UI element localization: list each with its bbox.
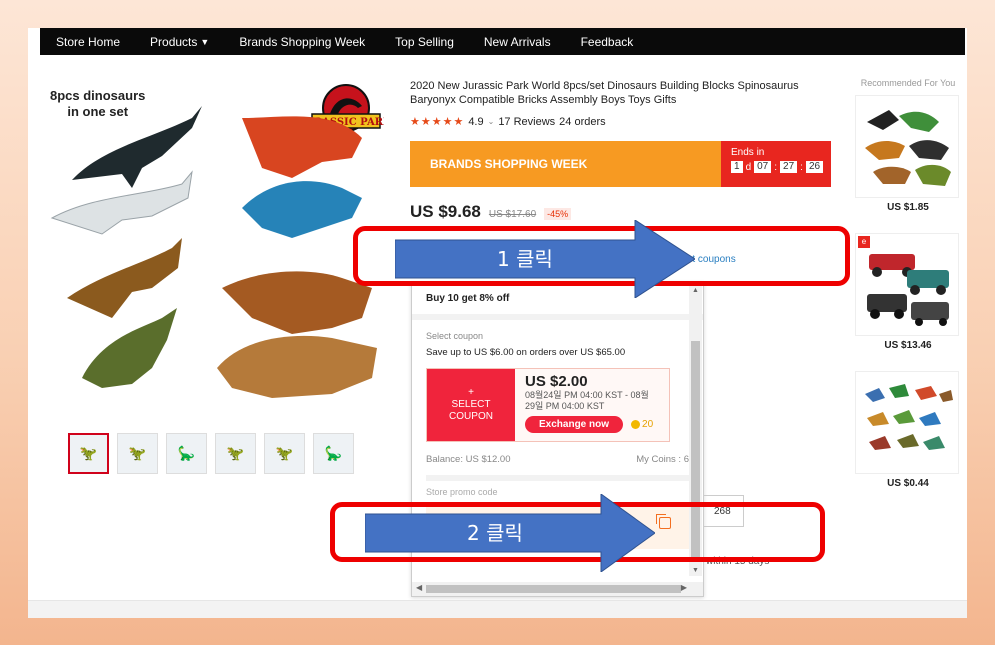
car-set-thumbnail [867,253,949,326]
store-tag-icon: e [858,236,870,248]
nav-store-home[interactable]: Store Home [40,35,135,49]
reviews-link[interactable]: 17 Reviews [498,116,555,128]
dino-icon: 🦖 [226,445,245,461]
original-price: US $17.60 [488,209,537,220]
countdown-hours: 07 [754,161,772,173]
popup-horizontal-scrollbar[interactable]: ◀ ▶ [412,582,703,596]
dino-set-thumbnail [865,109,951,186]
product-main-image[interactable]: 8pcs dinosaurs in one set JURASSIC PARK [42,78,387,416]
orders-count: 24 orders [559,115,606,128]
nav-label: Products [150,34,198,49]
countdown-seconds: 26 [805,161,824,173]
recommended-price: US $1.85 [887,202,929,213]
coin-value: 20 [642,419,654,430]
scrollbar-thumb[interactable] [426,585,681,593]
annotation-arrow-step1: 1 클릭 [395,220,695,298]
dino-icon: 🦖 [79,445,98,461]
rating-value[interactable]: 4.9 [468,116,483,128]
coupon-label: COUPON [449,411,493,422]
countdown-days: 1 [731,161,743,173]
nav-feedback[interactable]: Feedback [566,35,649,49]
step2-label: 2 클릭 [467,521,523,545]
thumbnail-2[interactable]: 🦖 [117,433,158,474]
dino-icon: 🦖 [128,445,147,461]
my-coins-text: My Coins : 6 [636,454,689,465]
balance-row: Balance: US $12.00 My Coins : 6 [426,454,689,481]
rating-row: ★★★★★ 4.9 ⌄ 17 Reviews 24 orders [410,115,606,129]
countdown-minutes: 27 [780,161,798,173]
recommended-item[interactable] [855,371,959,474]
thumbnail-3[interactable]: 🦕 [166,433,207,474]
coupon-date-line: 08월24일 PM 04:00 KST - 08월 [525,390,649,400]
product-title: 2020 New Jurassic Park World 8pcs/set Di… [410,80,799,106]
recommended-price: US $13.46 [884,340,932,351]
scroll-left-icon[interactable]: ◀ [416,583,422,592]
thumbnail-6[interactable]: 🦕 [313,433,354,474]
dinosaur-set-illustration [50,106,377,398]
scroll-right-icon[interactable]: ▶ [681,583,687,592]
select-label: SELECT [451,399,491,410]
thumbnail-strip: 🦖 🦖 🦕 🦖 🦖 🦕 [68,433,354,474]
countdown: Ends in 1 d 07: 27: 26 [721,141,831,187]
save-text: Save up to US $6.00 on orders over US $6… [426,347,626,358]
exchange-now-button[interactable]: Exchange now [525,416,624,433]
star-rating-icon: ★★★★★ [410,116,465,128]
dino-icon: 🦖 [275,445,294,461]
nav-label: Top Selling [395,34,454,49]
annotation-arrow-step2: 2 클릭 [365,494,655,572]
recommended-panel: Recommended For You US $1.85 e US $13.46 [855,78,961,489]
nav-label: Store Home [56,34,121,49]
coin-icon [631,420,641,429]
coupon-date-line: 29일 PM 04:00 KST [525,401,605,411]
store-nav-bar: Store Home Products ▼ Brands Shopping Wee… [40,28,965,55]
coin-cost: 20 [631,419,653,430]
chevron-down-icon: ⌄ [487,117,495,126]
recommended-title: Recommended For You [860,78,956,88]
dino-figures-thumbnail [865,383,953,450]
dino-icon: 🦕 [177,445,196,461]
discount-badge: -45% [544,208,572,220]
coupon-card: + SELECT COUPON US $2.00 08월24일 PM 04:00… [426,368,670,442]
chevron-down-icon: ▼ [200,36,210,47]
countdown-label: Ends in [731,147,765,158]
thumbnail-4[interactable]: 🦖 [215,433,256,474]
nav-top-selling[interactable]: Top Selling [380,35,469,49]
balance-text: Balance: US $12.00 [426,454,511,465]
nav-label: Brands Shopping Week [239,34,366,49]
thumbnail-5[interactable]: 🦖 [264,433,305,474]
countdown-d: d [745,161,752,173]
thumbnail-1[interactable]: 🦖 [68,433,109,474]
step1-label: 1 클릭 [497,247,553,271]
nav-brands-shopping-week[interactable]: Brands Shopping Week [224,35,380,49]
brands-week-banner[interactable]: BRANDS SHOPPING WEEK Ends in 1 d 07: 27:… [410,141,831,187]
plus-icon: + [468,387,474,398]
coupon-amount: US $2.00 [525,373,588,390]
dino-icon: 🦕 [324,445,343,461]
current-price: US $9.68 [410,202,481,221]
select-coupon-button[interactable]: + SELECT COUPON [427,369,515,441]
banner-label: BRANDS SHOPPING WEEK [430,157,588,171]
nav-label: New Arrivals [483,34,551,49]
price-row: US $9.68 US $17.60 -45% [410,202,572,222]
recommended-price: US $0.44 [887,478,929,489]
recommended-item[interactable]: e [855,233,959,336]
nav-products[interactable]: Products ▼ [135,35,224,49]
nav-label: Feedback [580,34,634,49]
select-coupon-label: Select coupon [426,331,484,341]
scroll-down-icon[interactable]: ▼ [692,567,699,574]
nav-new-arrivals[interactable]: New Arrivals [469,35,566,49]
page-footer-strip [28,600,967,618]
recommended-item[interactable] [855,95,959,198]
